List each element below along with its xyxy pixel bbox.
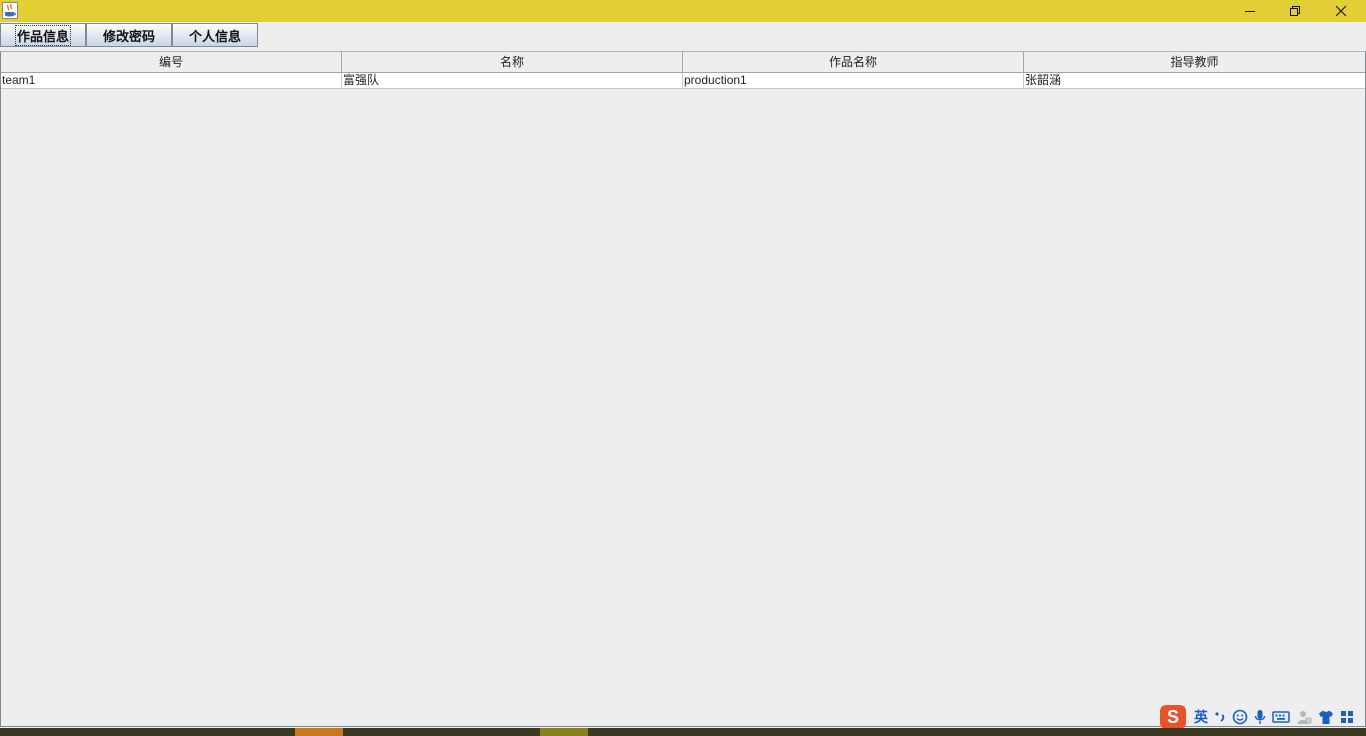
tab-change-password-label: 修改密码 bbox=[102, 29, 155, 45]
cell-advisor[interactable]: 张韶涵 bbox=[1024, 73, 1365, 88]
cell-id[interactable]: team1 bbox=[1, 73, 342, 88]
keyboard-icon[interactable] bbox=[1272, 710, 1290, 724]
grid-icon[interactable] bbox=[1340, 710, 1354, 724]
table-header: 编号 名称 作品名称 指导教师 bbox=[1, 52, 1365, 73]
ime-mode-label[interactable]: 英 bbox=[1194, 707, 1208, 727]
column-header-name[interactable]: 名称 bbox=[342, 52, 683, 72]
tab-change-password[interactable]: 修改密码 bbox=[86, 23, 172, 47]
restore-icon bbox=[1290, 6, 1300, 16]
tab-work-info-label: 作品信息 bbox=[14, 24, 72, 46]
skin-icon[interactable] bbox=[1318, 709, 1334, 725]
tab-personal-info[interactable]: 个人信息 bbox=[172, 23, 258, 47]
works-table[interactable]: 编号 名称 作品名称 指导教师 team1 富强队 production1 张韶… bbox=[0, 51, 1366, 727]
column-header-id[interactable]: 编号 bbox=[1, 52, 342, 72]
close-button[interactable] bbox=[1318, 0, 1364, 22]
ime-toolbar[interactable]: S 英 bbox=[1158, 703, 1366, 731]
java-app-icon bbox=[2, 2, 18, 19]
minimize-button[interactable] bbox=[1227, 0, 1273, 22]
emoji-icon[interactable] bbox=[1232, 709, 1248, 725]
taskbar-item[interactable] bbox=[540, 728, 588, 736]
tab-personal-info-label: 个人信息 bbox=[188, 29, 241, 45]
toolbar: 作品信息 修改密码 个人信息 bbox=[0, 22, 1366, 50]
taskbar-strip bbox=[0, 728, 1366, 736]
minimize-icon bbox=[1245, 11, 1255, 12]
column-header-work-name[interactable]: 作品名称 bbox=[683, 52, 1024, 72]
user-icon[interactable] bbox=[1296, 709, 1312, 725]
column-header-advisor[interactable]: 指导教师 bbox=[1024, 52, 1365, 72]
microphone-icon[interactable] bbox=[1254, 709, 1266, 725]
tab-work-info[interactable]: 作品信息 bbox=[0, 23, 86, 47]
punctuation-icon[interactable] bbox=[1214, 710, 1226, 724]
taskbar-item-active[interactable] bbox=[295, 728, 343, 736]
cell-name[interactable]: 富强队 bbox=[342, 73, 683, 88]
close-icon bbox=[1335, 5, 1347, 17]
sogou-logo-icon[interactable]: S bbox=[1160, 705, 1186, 729]
restore-button[interactable] bbox=[1272, 0, 1318, 22]
cell-work-name[interactable]: production1 bbox=[683, 73, 1024, 88]
table-row[interactable]: team1 富强队 production1 张韶涵 bbox=[1, 73, 1365, 89]
title-bar bbox=[0, 0, 1366, 22]
